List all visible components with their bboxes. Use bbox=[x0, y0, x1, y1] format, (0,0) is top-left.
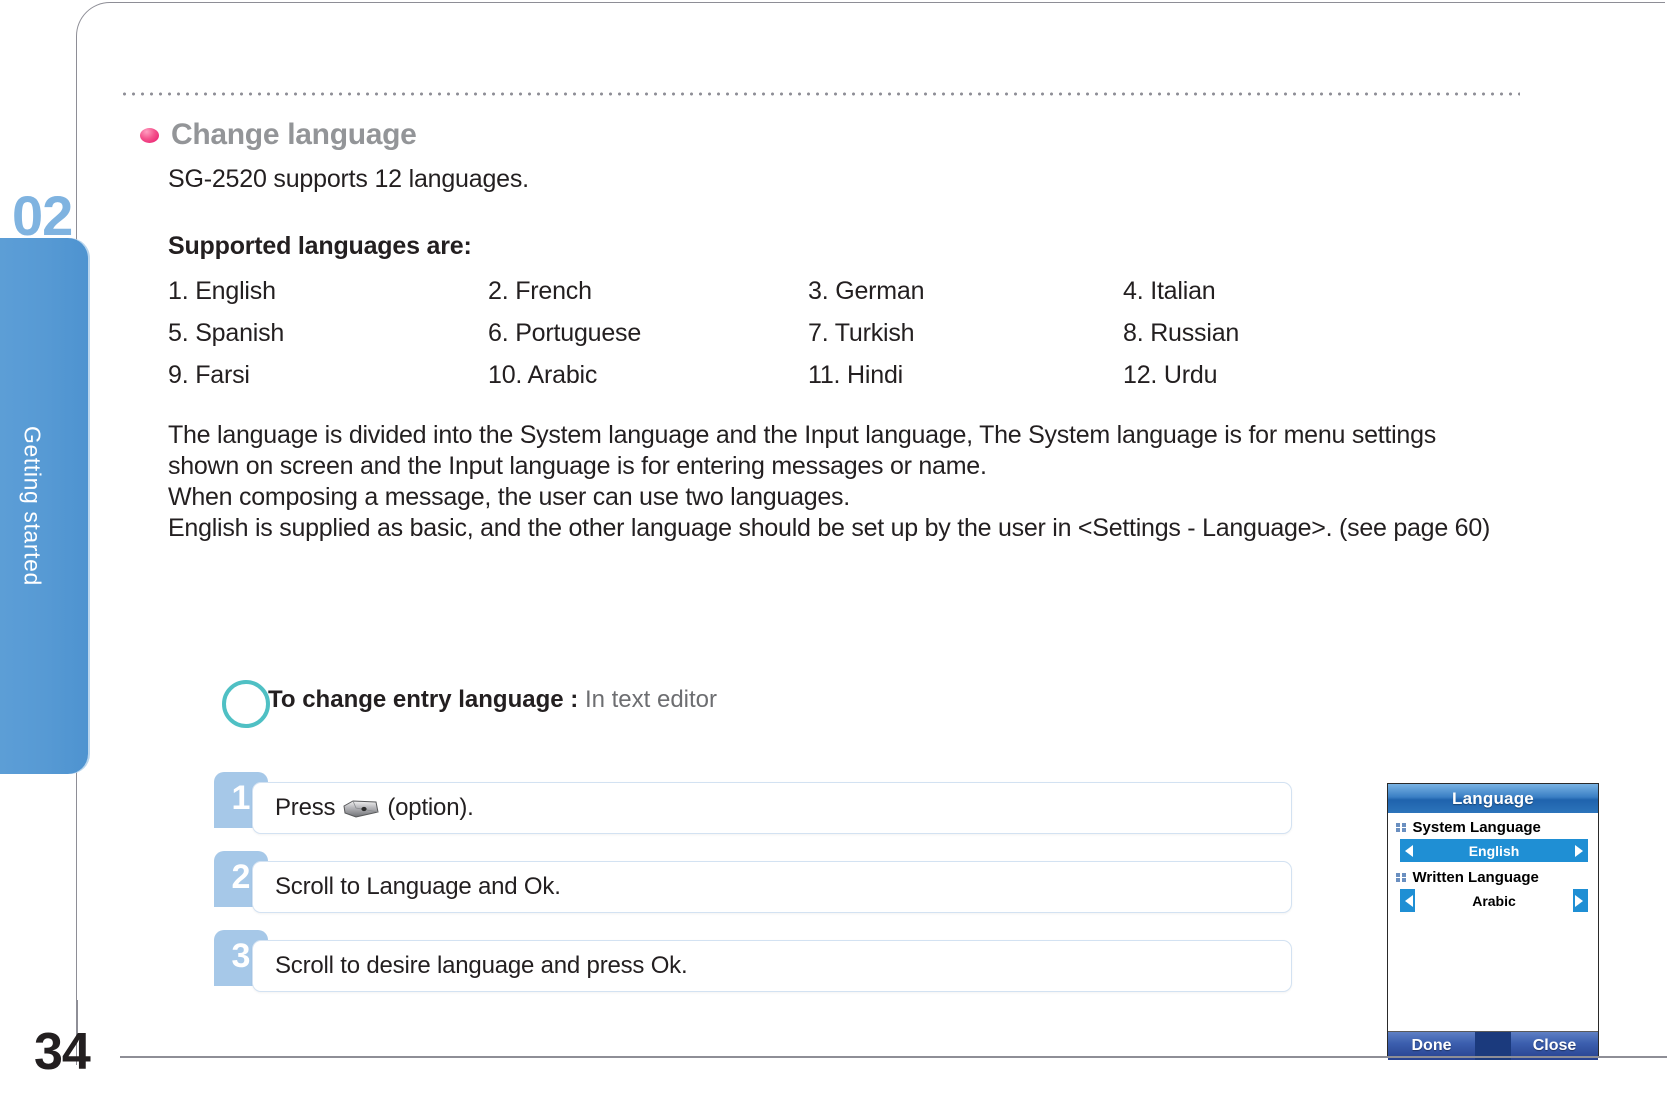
language-item: 10. Arabic bbox=[488, 361, 598, 389]
option-key-icon bbox=[342, 798, 380, 818]
screen-body: System Language English Written Language… bbox=[1388, 813, 1598, 1031]
language-item: 1. English bbox=[168, 277, 276, 305]
grid-dots-icon bbox=[1396, 872, 1406, 883]
step-text-after: (option). bbox=[387, 794, 474, 821]
language-item: 3. German bbox=[808, 277, 925, 305]
top-dotted-rule bbox=[120, 92, 1520, 96]
written-language-value: Arabic bbox=[1415, 889, 1573, 912]
step-text-before: Press bbox=[275, 794, 336, 821]
language-item: 12. Urdu bbox=[1123, 361, 1218, 389]
procedure-title-subtle: In text editor bbox=[584, 686, 718, 713]
section-heading-text: Change language bbox=[171, 118, 417, 151]
procedure-title: To change entry language : In text edito… bbox=[268, 686, 717, 714]
intro-line: SG-2520 supports 12 languages. bbox=[168, 165, 529, 193]
description-paragraph: The language is divided into the System … bbox=[168, 420, 1538, 544]
chapter-tab-label: Getting started bbox=[19, 426, 46, 586]
language-item: 2. French bbox=[488, 277, 592, 305]
language-item: 6. Portuguese bbox=[488, 319, 642, 347]
language-item: 4. Italian bbox=[1123, 277, 1216, 305]
bullet-dot-icon bbox=[140, 127, 159, 143]
step-text-box: Press (option). bbox=[252, 782, 1292, 834]
grid-dots-icon bbox=[1396, 822, 1406, 833]
footer-rule bbox=[120, 1056, 1667, 1058]
system-language-value: English bbox=[1468, 842, 1520, 859]
paragraph-line: shown on screen and the Input language i… bbox=[168, 452, 987, 480]
language-item: 11. Hindi bbox=[808, 361, 904, 389]
written-language-label: Written Language bbox=[1388, 869, 1598, 886]
step-text-before: Scroll to Language and Ok. bbox=[275, 873, 561, 900]
procedure-title-bold: To change entry language : bbox=[268, 686, 579, 713]
step-text-box: Scroll to desire language and press Ok. bbox=[252, 940, 1292, 992]
arrow-left-icon[interactable] bbox=[1405, 844, 1413, 857]
field-label-text: Written Language bbox=[1412, 869, 1539, 886]
step-text-before: Scroll to desire language and press Ok. bbox=[275, 952, 688, 979]
supported-languages-grid: 1. English 2. French 3. German 4. Italia… bbox=[168, 277, 1508, 390]
arrow-left-icon[interactable] bbox=[1405, 894, 1413, 907]
language-item: 9. Farsi bbox=[168, 361, 250, 389]
section-heading: Change language bbox=[140, 118, 417, 152]
system-language-label: System Language bbox=[1388, 819, 1598, 836]
system-language-selector[interactable]: English bbox=[1400, 839, 1588, 862]
supported-languages-heading: Supported languages are: bbox=[168, 232, 472, 260]
page-number: 34 bbox=[34, 1023, 91, 1081]
screen-title: Language bbox=[1388, 784, 1598, 813]
language-item: 7. Turkish bbox=[808, 319, 915, 347]
procedure-ring-icon bbox=[222, 680, 270, 728]
arrow-right-icon[interactable] bbox=[1575, 894, 1583, 907]
language-item: 5. Spanish bbox=[168, 319, 285, 347]
chapter-tab: Getting started bbox=[0, 238, 88, 774]
field-label-text: System Language bbox=[1412, 819, 1541, 836]
language-item: 8. Russian bbox=[1123, 319, 1240, 347]
paragraph-line: English is supplied as basic, and the ot… bbox=[168, 514, 1491, 542]
phone-screen-mockup: Language System Language English Written… bbox=[1387, 783, 1599, 1060]
arrow-right-icon[interactable] bbox=[1575, 844, 1583, 857]
paragraph-line: The language is divided into the System … bbox=[168, 421, 1436, 449]
written-language-selector[interactable]: Arabic bbox=[1400, 889, 1588, 912]
chapter-number: 02 bbox=[12, 184, 73, 247]
step-text-box: Scroll to Language and Ok. bbox=[252, 861, 1292, 913]
paragraph-line: When composing a message, the user can u… bbox=[168, 483, 850, 511]
